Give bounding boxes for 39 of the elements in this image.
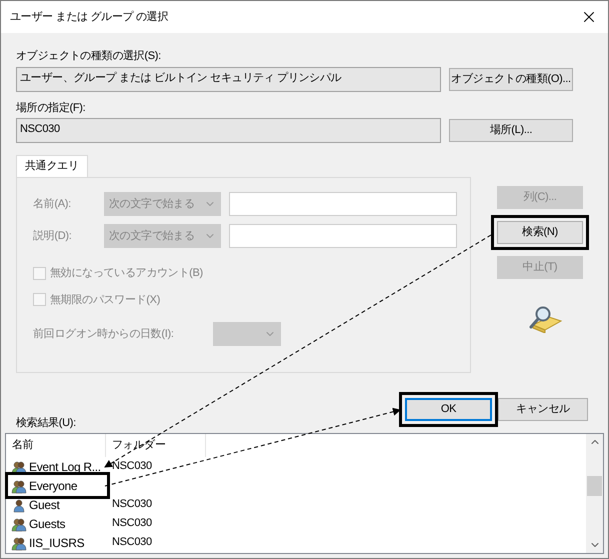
result-name[interactable]: IIS_IUSRS (9, 533, 106, 552)
vertical-scrollbar[interactable] (586, 434, 603, 553)
result-folder: NSC030 (112, 516, 152, 532)
result-folder: NSC030 (112, 497, 152, 512)
location-label: 場所の指定(F): (16, 100, 86, 116)
result-folder: NSC030 (112, 459, 152, 474)
result-name[interactable]: Everyone (9, 476, 106, 495)
checkbox-label: 無期限のパスワード(X) (50, 292, 160, 308)
dialog-button[interactable]: キャンセル (498, 398, 588, 421)
window-title: ユーザー または グループ の選択 (10, 10, 168, 25)
search-results-label: 検索結果(U): (16, 416, 76, 430)
magnifier-over-box-icon (527, 305, 563, 333)
text-input[interactable] (229, 192, 457, 216)
checkbox-label: 無効になっているアカウント(B) (50, 266, 203, 281)
location-field: NSC030 (16, 118, 441, 143)
result-folder: NSC030 (112, 535, 152, 550)
object-types-button[interactable]: オブジェクトの種類(O)... (449, 68, 573, 91)
user-group-icon (11, 478, 27, 494)
side-button[interactable]: 検索(N) (497, 221, 583, 244)
text-input[interactable] (229, 224, 457, 248)
user-group-icon (11, 534, 27, 550)
user-group-icon (11, 458, 27, 474)
column-header[interactable]: 名前 (6, 434, 106, 457)
checkbox[interactable] (33, 266, 46, 280)
checkbox[interactable] (33, 293, 46, 306)
user-icon (11, 496, 27, 512)
object-type-label: オブジェクトの種類の選択(S): (16, 48, 162, 64)
field-label: 説明(D): (33, 228, 73, 244)
field-label: 名前(A): (33, 196, 72, 212)
days-label: 前回ログオン時からの日数(I): (33, 326, 175, 342)
user-group-icon (11, 516, 27, 532)
result-name[interactable]: Guest (9, 495, 106, 514)
days-dropdown[interactable] (213, 322, 281, 346)
common-queries-tab[interactable]: 共通クエリ (16, 155, 88, 177)
column-header[interactable]: フォルダー (106, 434, 206, 457)
result-name[interactable]: Guests (9, 514, 106, 533)
scroll-thumb[interactable] (587, 476, 602, 496)
object-type-field: ユーザー、グループ または ビルトイン セキュリティ プリンシパル (16, 67, 441, 92)
locations-button[interactable]: 場所(L)... (449, 119, 573, 142)
